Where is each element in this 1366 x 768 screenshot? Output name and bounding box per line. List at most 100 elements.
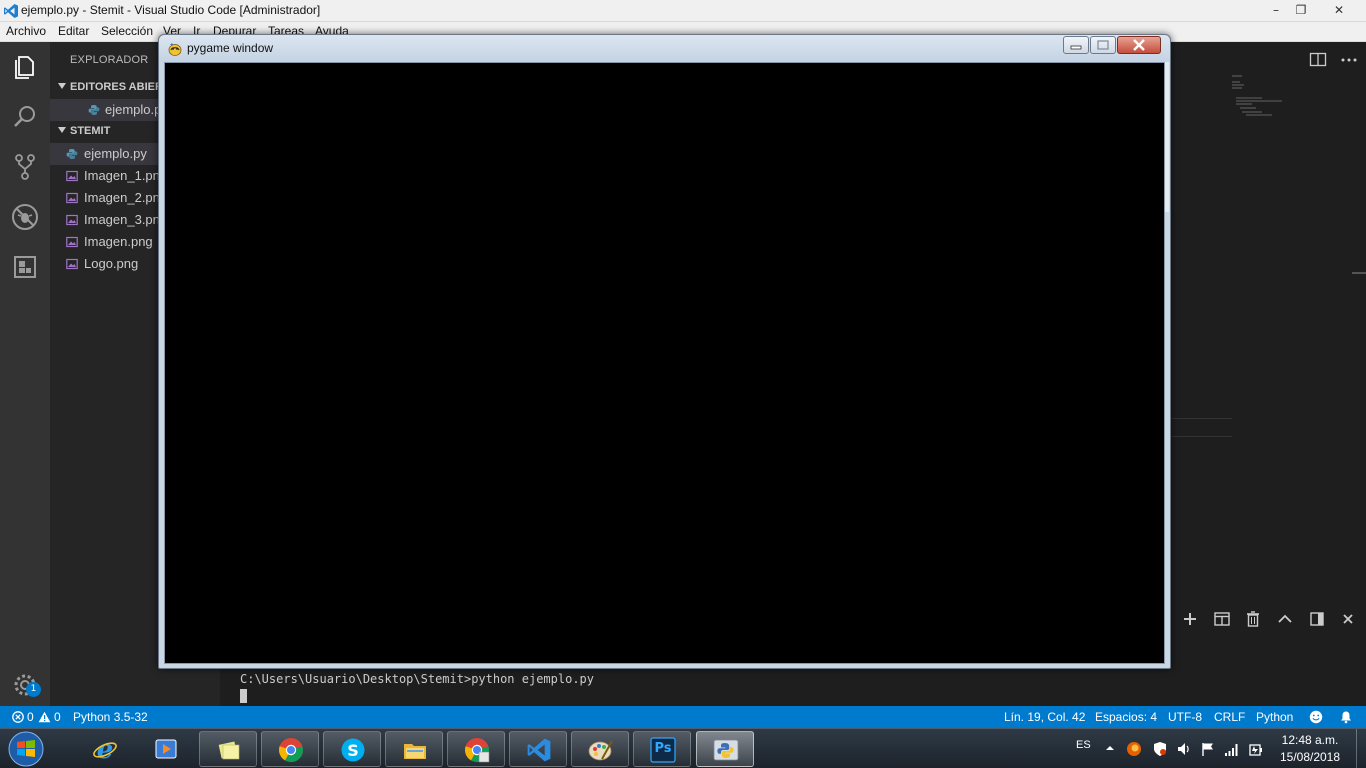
trash-icon[interactable] (1244, 610, 1262, 628)
indentation[interactable]: Espacios: 4 (1095, 710, 1157, 724)
split-terminal-icon[interactable] (1213, 610, 1231, 628)
maximize-panel-icon[interactable] (1308, 610, 1326, 628)
image-file-icon (66, 236, 78, 248)
svg-text:S: S (347, 741, 359, 760)
activity-bar: 1 (0, 42, 50, 706)
taskbar-clock[interactable]: 12:48 a.m. 15/08/2018 (1275, 732, 1345, 766)
media-player-icon (155, 739, 177, 759)
file-label: Logo.png (84, 256, 139, 271)
python-file-icon (88, 105, 100, 115)
files-icon[interactable] (9, 51, 41, 83)
taskbar-chrome[interactable] (261, 731, 319, 767)
taskbar-python[interactable] (696, 731, 754, 767)
chrome-canary-icon (465, 738, 490, 763)
error-icon[interactable] (12, 711, 24, 723)
image-file-icon (66, 170, 78, 182)
scrollbar-thumb[interactable] (1352, 272, 1366, 274)
input-language[interactable]: ES (1076, 739, 1091, 751)
file-label: Imagen.png (84, 234, 153, 249)
smiley-feedback-icon[interactable] (1309, 710, 1323, 724)
file-label: Imagen_1.png (84, 168, 168, 183)
python-file-icon (66, 149, 78, 159)
battery-plugged-icon[interactable] (1248, 741, 1264, 757)
debug-icon[interactable] (9, 201, 41, 233)
cursor-position[interactable]: Lín. 19, Col. 42 (1004, 710, 1085, 724)
vscode-icon (4, 4, 18, 18)
menu-seleccion[interactable]: Selección (101, 24, 153, 38)
show-desktop-button[interactable] (1356, 729, 1366, 768)
project-label: STEMIT (70, 125, 111, 137)
close-button[interactable]: ✕ (1325, 1, 1353, 19)
pygame-window[interactable]: pygame window (158, 34, 1171, 669)
terminal[interactable]: C:\Users\Usuario\Desktop\Stemit>python e… (220, 668, 1366, 706)
language-mode[interactable]: Python (1256, 710, 1293, 724)
image-file-icon (66, 192, 78, 204)
bell-icon[interactable] (1339, 710, 1353, 724)
svg-text:e: e (97, 736, 114, 762)
warning-icon[interactable] (38, 711, 51, 723)
line-ending[interactable]: CRLF (1214, 710, 1245, 724)
window-titlebar[interactable]: ejemplo.py - Stemit - Visual Studio Code… (0, 0, 1366, 22)
chevron-up-icon[interactable] (1276, 610, 1294, 628)
minimize-button[interactable]: – (1262, 1, 1290, 19)
maximize-button[interactable]: ❐ (1287, 1, 1315, 19)
taskbar-media-player[interactable] (137, 731, 195, 767)
security-tray-icon[interactable] (1152, 741, 1168, 757)
windows-start-icon[interactable] (6, 730, 46, 768)
python-icon (713, 739, 739, 761)
encoding[interactable]: UTF-8 (1168, 710, 1202, 724)
search-icon[interactable] (9, 101, 41, 133)
status-bar: 0 0 Python 3.5-32 Lín. 19, Col. 42 Espac… (0, 706, 1366, 728)
image-file-icon (66, 214, 78, 226)
source-control-icon[interactable] (9, 151, 41, 183)
more-actions-icon[interactable] (1340, 52, 1358, 68)
file-folders-icon (218, 741, 240, 760)
menu-editar[interactable]: Editar (58, 24, 89, 38)
volume-icon[interactable] (1176, 741, 1192, 757)
taskbar-sticky-notes[interactable] (199, 731, 257, 767)
extensions-icon[interactable] (9, 251, 41, 283)
terminal-cursor (240, 689, 247, 703)
pygame-maximize-button[interactable] (1090, 36, 1116, 54)
settings-badge: 1 (26, 682, 41, 697)
warning-count[interactable]: 0 (54, 710, 61, 724)
close-icon[interactable] (1339, 610, 1357, 628)
clock-time: 12:48 a.m. (1281, 733, 1339, 747)
pygame-scroll-edge (1165, 62, 1169, 212)
network-signal-icon[interactable] (1224, 741, 1240, 757)
split-editor-icon[interactable] (1309, 52, 1327, 68)
minimap[interactable] (1232, 72, 1292, 132)
chevron-up-icon[interactable] (1105, 743, 1115, 753)
file-explorer-icon (404, 744, 426, 759)
minimap-divider (1172, 418, 1232, 419)
plus-icon[interactable] (1181, 610, 1199, 628)
menu-archivo[interactable]: Archivo (6, 24, 46, 38)
action-center-flag-icon[interactable] (1200, 741, 1216, 757)
taskbar-internet-explorer[interactable]: e (76, 731, 134, 767)
internet-explorer-icon: e (93, 736, 117, 762)
error-count[interactable]: 0 (27, 710, 34, 724)
taskbar-file-explorer[interactable] (385, 731, 443, 767)
taskbar-chrome-canary[interactable] (447, 731, 505, 767)
pygame-titlebar[interactable]: pygame window (159, 35, 1170, 62)
skype-icon: S (341, 738, 365, 762)
pygame-close-button[interactable] (1117, 36, 1161, 54)
chevron-down-icon (58, 127, 66, 133)
file-label: ejemplo.py (84, 146, 147, 161)
python-interpreter[interactable]: Python 3.5-32 (73, 710, 148, 724)
file-label: Imagen_3.png (84, 212, 168, 227)
vscode-icon (527, 738, 551, 762)
window-title: ejemplo.py - Stemit - Visual Studio Code… (21, 3, 321, 17)
taskbar-photoshop[interactable]: Ps (633, 731, 691, 767)
minimap-divider (1172, 436, 1232, 437)
pygame-canvas[interactable] (164, 62, 1165, 664)
pygame-snake-icon (168, 43, 182, 56)
firefox-tray-icon[interactable] (1126, 741, 1142, 757)
taskbar-vscode[interactable] (509, 731, 567, 767)
clock-date: 15/08/2018 (1279, 750, 1341, 764)
pygame-minimize-button[interactable] (1063, 36, 1089, 54)
taskbar-paint[interactable] (571, 731, 629, 767)
image-file-icon (66, 258, 78, 270)
explorer-heading: EXPLORADOR (70, 54, 149, 66)
taskbar-skype[interactable]: S (323, 731, 381, 767)
